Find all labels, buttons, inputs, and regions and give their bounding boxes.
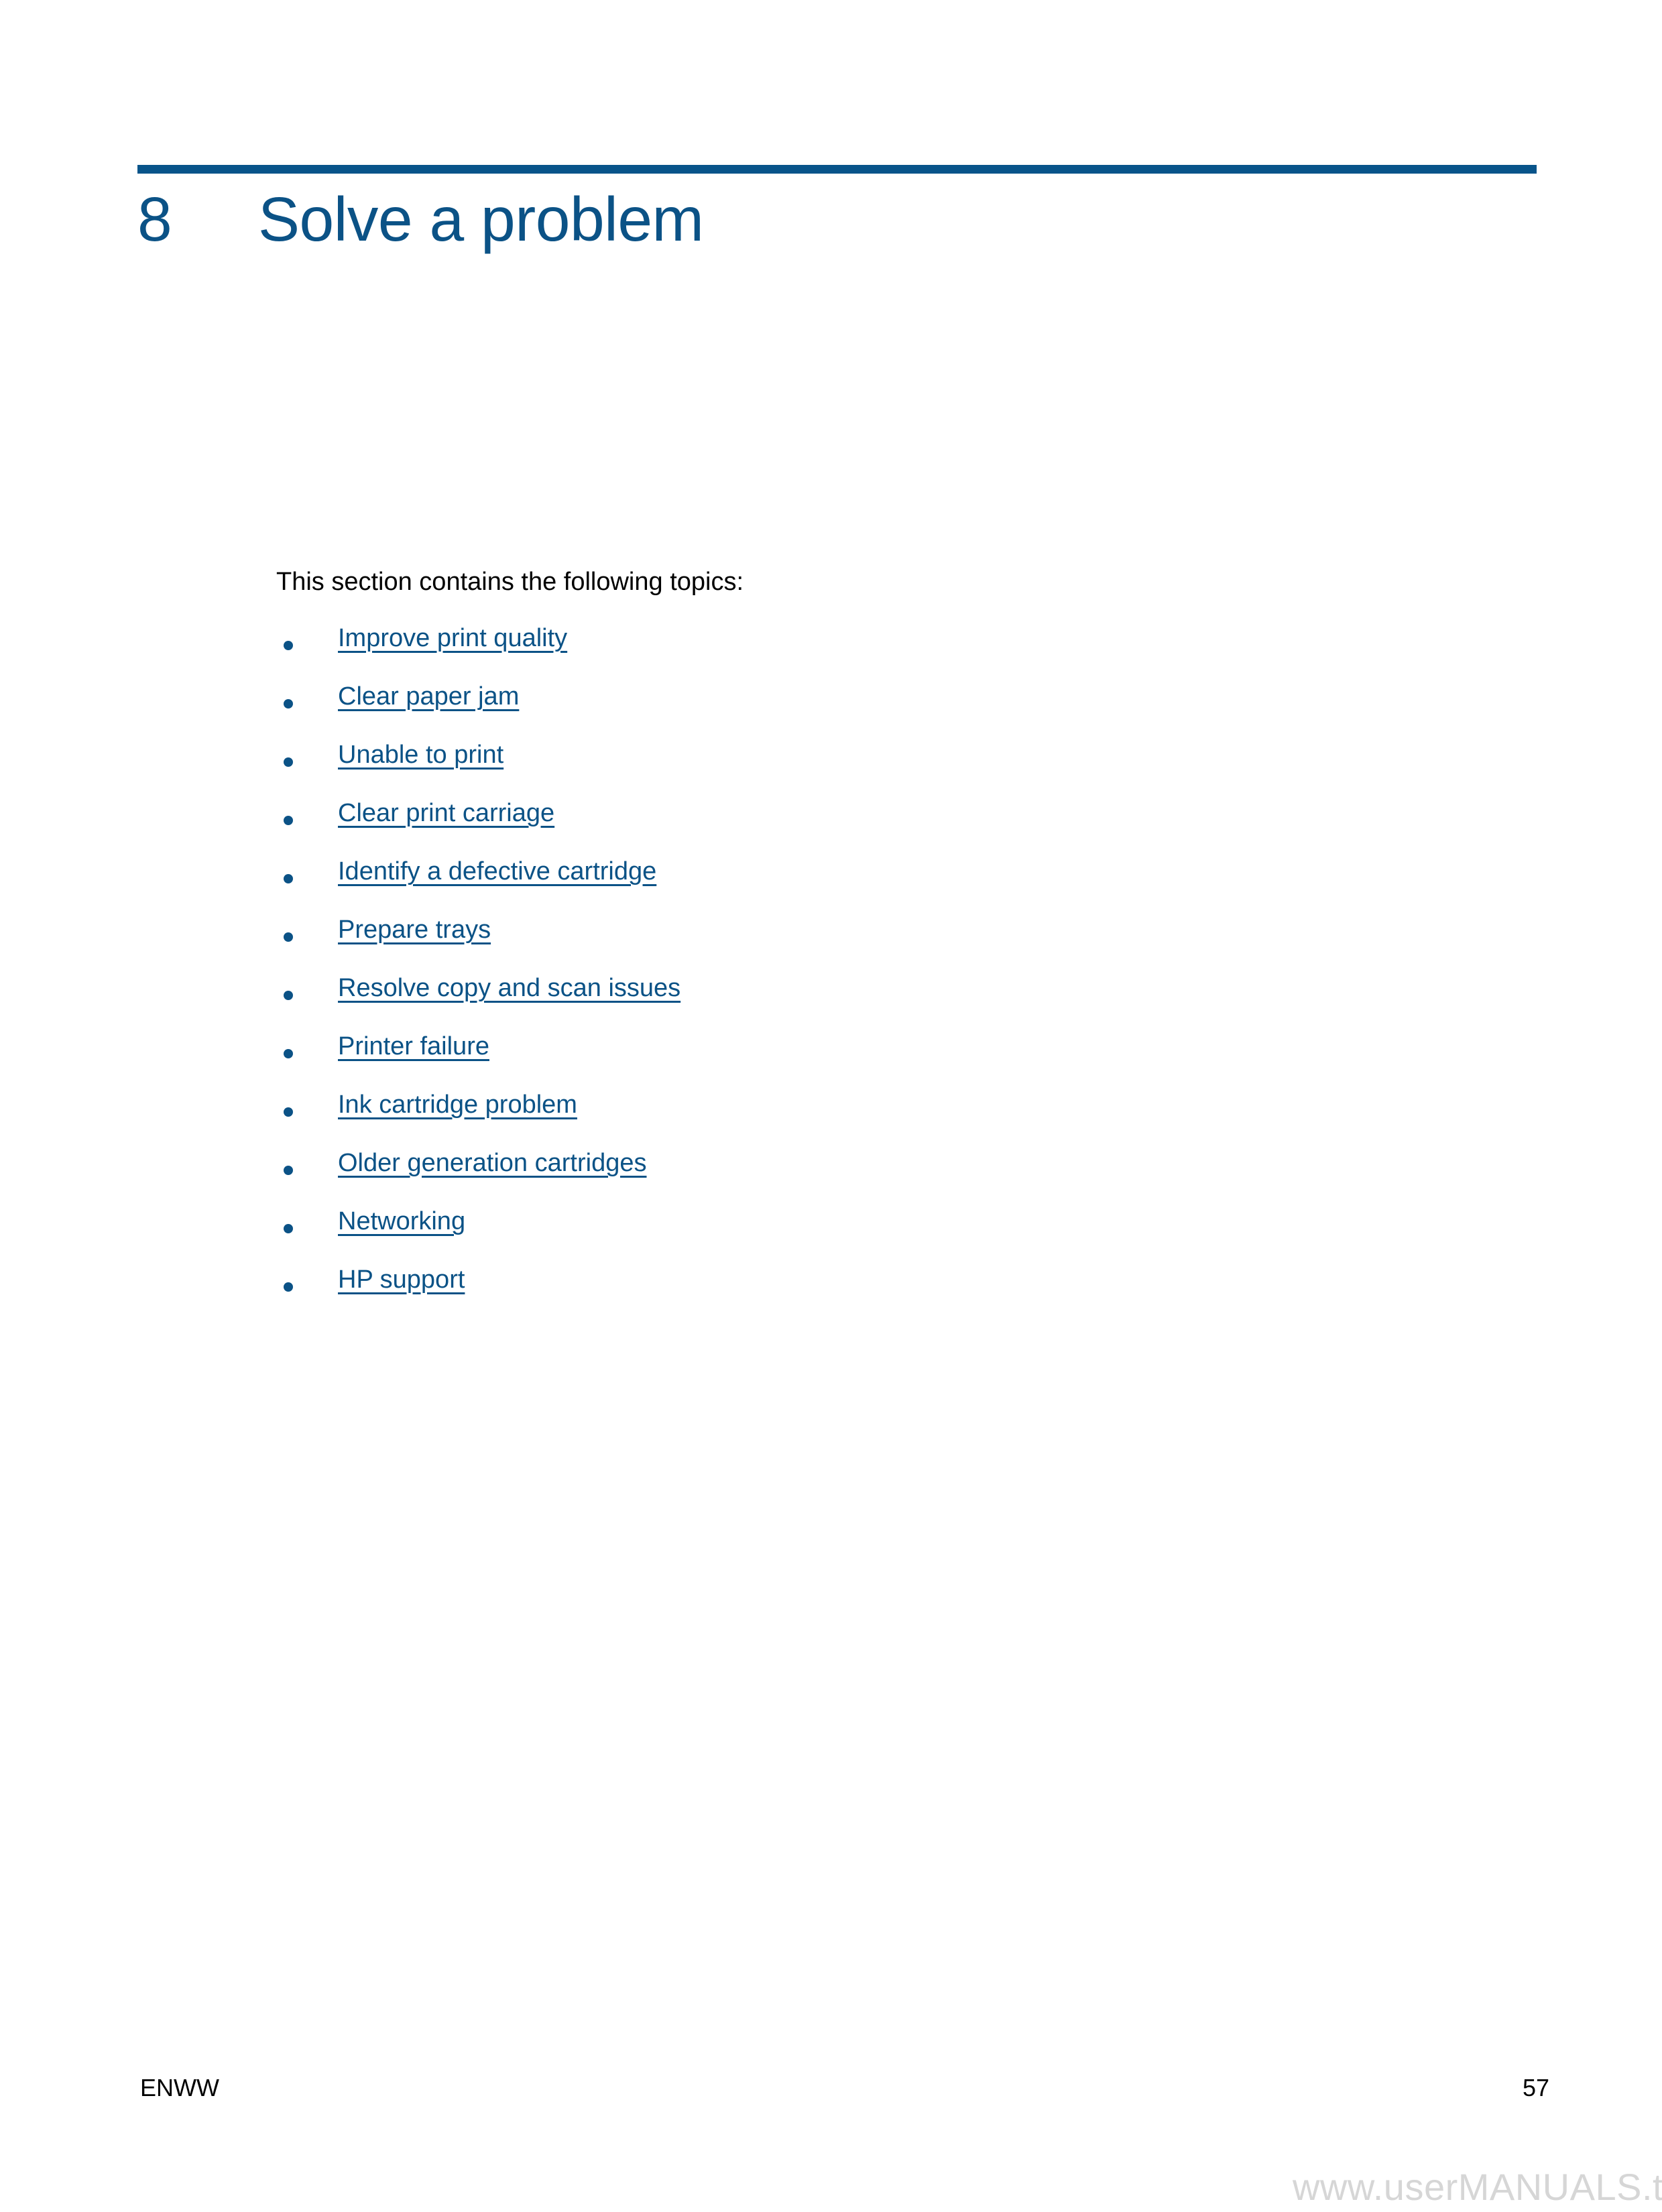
chapter-number: 8 <box>137 184 172 254</box>
topic-link-prepare-trays[interactable]: Prepare trays <box>338 915 491 944</box>
list-item: Ink cartridge problem <box>276 1090 1349 1148</box>
list-item: Clear print carriage <box>276 798 1349 857</box>
topic-link-clear-paper-jam[interactable]: Clear paper jam <box>338 682 519 711</box>
list-item: Networking <box>276 1207 1349 1265</box>
list-item: Older generation cartridges <box>276 1148 1349 1207</box>
topic-link-improve-print-quality[interactable]: Improve print quality <box>338 623 567 653</box>
topic-link-older-generation-cartridges[interactable]: Older generation cartridges <box>338 1148 646 1178</box>
bullet-icon <box>284 874 293 883</box>
topic-link-list: Improve print quality Clear paper jam Un… <box>276 623 1349 1323</box>
bullet-icon <box>284 1282 293 1292</box>
list-item: Identify a defective cartridge <box>276 857 1349 915</box>
topic-link-ink-cartridge-problem[interactable]: Ink cartridge problem <box>338 1090 577 1119</box>
page-number: 57 <box>1522 2074 1549 2101</box>
list-item: Printer failure <box>276 1032 1349 1090</box>
bullet-icon <box>284 757 293 767</box>
list-item: HP support <box>276 1265 1349 1323</box>
list-item: Improve print quality <box>276 623 1349 682</box>
page-title: Solve a problem <box>258 184 704 254</box>
bullet-icon <box>284 932 293 942</box>
site-watermark: www.userMANUALS.tech <box>1293 2166 1662 2208</box>
topic-link-printer-failure[interactable]: Printer failure <box>338 1032 489 1061</box>
bullet-icon <box>284 991 293 1000</box>
bullet-icon <box>284 1224 293 1233</box>
topic-link-clear-print-carriage[interactable]: Clear print carriage <box>338 798 554 828</box>
document-page: 8 Solve a problem This section contains t… <box>0 0 1662 2212</box>
bullet-icon <box>284 1049 293 1058</box>
list-item: Prepare trays <box>276 915 1349 973</box>
topic-link-unable-to-print[interactable]: Unable to print <box>338 740 503 770</box>
list-item: Clear paper jam <box>276 682 1349 740</box>
topic-link-hp-support[interactable]: HP support <box>338 1265 465 1294</box>
bullet-icon <box>284 1107 293 1117</box>
bullet-icon <box>284 641 293 650</box>
chapter-heading: 8 Solve a problem <box>137 182 1539 263</box>
topic-link-networking[interactable]: Networking <box>338 1207 465 1236</box>
intro-text: This section contains the following topi… <box>276 568 744 596</box>
bullet-icon <box>284 699 293 709</box>
topic-link-resolve-copy-and-scan-issues[interactable]: Resolve copy and scan issues <box>338 973 680 1003</box>
list-item: Resolve copy and scan issues <box>276 973 1349 1032</box>
chapter-header-rule <box>137 165 1537 174</box>
list-item: Unable to print <box>276 740 1349 798</box>
bullet-icon <box>284 1166 293 1175</box>
footer-locale-label: ENWW <box>140 2074 219 2101</box>
bullet-icon <box>284 816 293 825</box>
topic-link-identify-a-defective-cartridge[interactable]: Identify a defective cartridge <box>338 857 656 886</box>
